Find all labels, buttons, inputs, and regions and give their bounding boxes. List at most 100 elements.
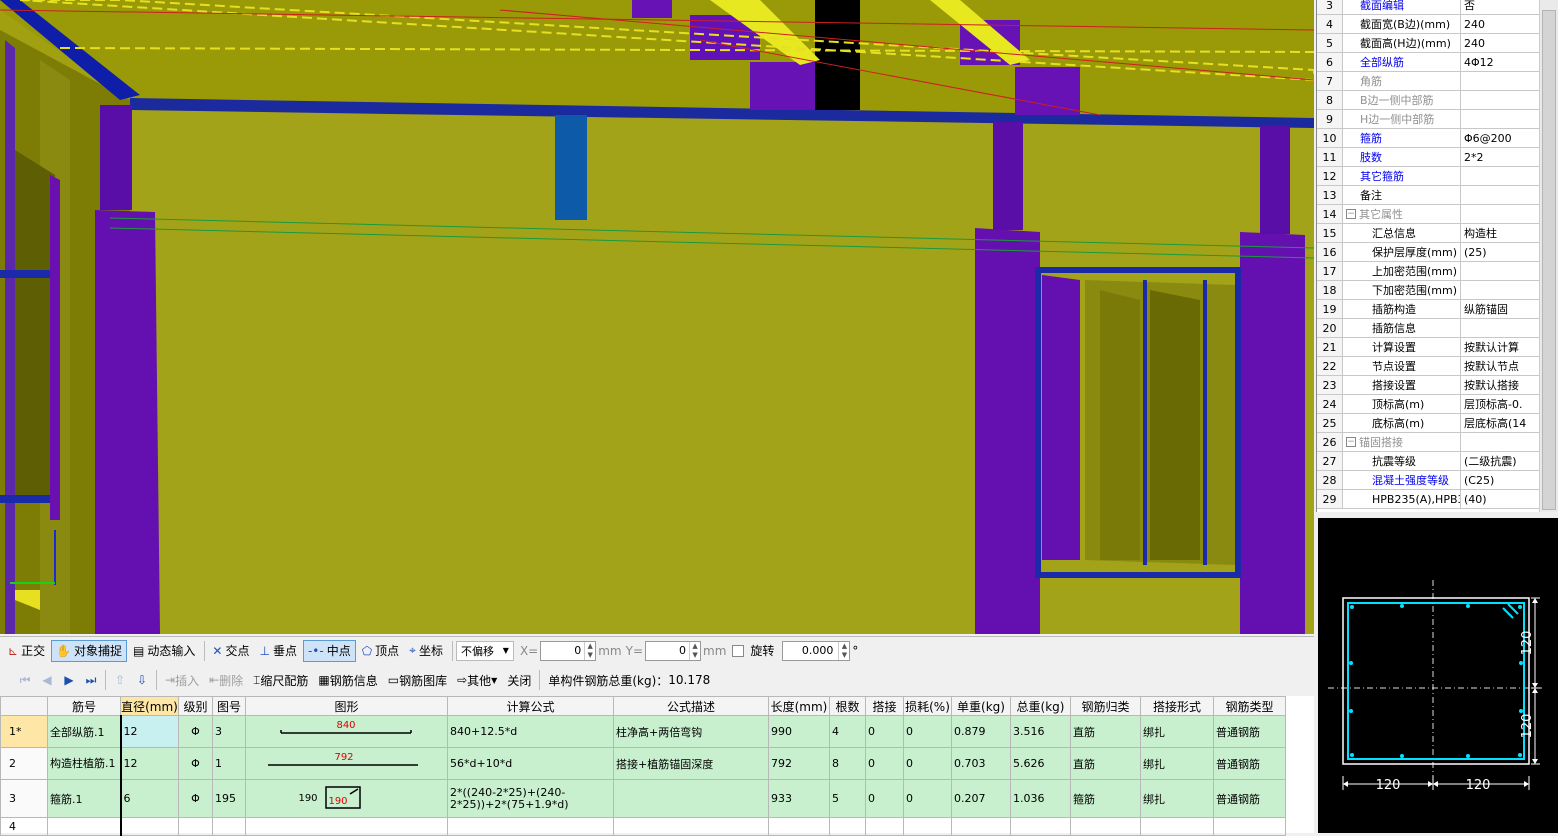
property-row[interactable]: 28 混凝土强度等级 (C25) [1317, 471, 1539, 490]
column-header[interactable]: 单重(kg) [951, 696, 1011, 716]
property-row[interactable]: 23 搭接设置 按默认搭接 [1317, 376, 1539, 395]
other-menu-button[interactable]: ⇨ 其他 ▼ [452, 672, 502, 689]
property-row[interactable]: 19 插筋构造 纵筋锚固 [1317, 300, 1539, 319]
property-row[interactable]: 29 HPB235(A),HPB3 (40) [1317, 490, 1539, 509]
x-input[interactable]: 0 ▲ ▼ [540, 640, 597, 661]
cell-cat[interactable]: 箍筋 [1070, 779, 1141, 818]
cell-name[interactable]: 箍筋.1 [47, 779, 122, 818]
property-scrollbar[interactable] [1539, 0, 1558, 512]
column-header[interactable]: 根数 [829, 696, 866, 716]
property-value[interactable]: 240 [1461, 37, 1539, 50]
cell-lap[interactable]: 0 [865, 779, 904, 818]
column-header[interactable]: 图号 [212, 696, 246, 716]
property-row[interactable]: 7 角筋 [1317, 72, 1539, 91]
table-row[interactable]: 2 构造柱植筋.1 12 Φ 1 792 56*d+10*d 搭接+植筋锚固深度 792 8 0 0 0… [0, 747, 1286, 780]
scale-rebar-button[interactable]: ⌶ 缩尺配筋 [248, 672, 313, 689]
rotate-checkbox[interactable] [732, 644, 745, 657]
cell-fig[interactable]: 3 [212, 715, 246, 748]
cell-lapform[interactable]: 绑扎 [1140, 747, 1214, 780]
cell-length[interactable]: 990 [768, 715, 830, 748]
cell-lap[interactable]: 0 [865, 747, 904, 780]
cell-type[interactable]: 普通钢筋 [1213, 715, 1286, 748]
rebar-shape-cell[interactable]: 190 190 [245, 779, 448, 818]
scrollbar-thumb[interactable] [1542, 10, 1556, 510]
ortho-button[interactable]: ⊾ 正交 [4, 640, 49, 662]
cell-count[interactable]: 5 [829, 779, 866, 818]
cell-loss[interactable]: 0 [903, 747, 952, 780]
property-value[interactable]: 层底标高(14 [1461, 415, 1539, 431]
offset-dropdown[interactable]: 不偏移 ▼ [455, 640, 514, 661]
rebar-library-button[interactable]: ▭ 钢筋图库 [383, 672, 452, 689]
property-row[interactable]: 22 节点设置 按默认节点 [1317, 357, 1539, 376]
cell-grade[interactable]: Φ [178, 779, 213, 818]
property-row[interactable]: 24 顶标高(m) 层顶标高-0. [1317, 395, 1539, 414]
column-header[interactable]: 级别 [178, 696, 213, 716]
property-value[interactable]: 按默认节点 [1461, 358, 1539, 374]
prev-record-icon[interactable]: ◀ [36, 673, 58, 687]
property-row[interactable]: 18 下加密范围(mm) [1317, 281, 1539, 300]
cell-name[interactable]: 全部纵筋.1 [47, 715, 122, 748]
cell-unit[interactable]: 0.703 [951, 747, 1011, 780]
rebar-shape-cell[interactable]: 792 [245, 747, 448, 780]
property-value[interactable]: 构造柱 [1461, 225, 1539, 241]
collapse-icon[interactable]: − [1346, 209, 1356, 219]
cell-length[interactable]: 933 [768, 779, 830, 818]
property-value[interactable]: 层顶标高-0. [1461, 396, 1539, 412]
property-value[interactable]: 按默认计算 [1461, 339, 1539, 355]
column-header[interactable]: 直径(mm) [120, 696, 179, 716]
table-row[interactable]: 1* 全部纵筋.1 12 Φ 3 840 840+12.5*d 柱净高+两倍弯钩 990 4 0 0 0… [0, 715, 1286, 748]
column-header[interactable]: 钢筋类型 [1213, 696, 1286, 716]
column-header[interactable]: 长度(mm) [768, 696, 830, 716]
cell-total[interactable]: 1.036 [1010, 779, 1071, 818]
property-row[interactable]: 4 截面宽(B边)(mm) 240 [1317, 15, 1539, 34]
property-value[interactable]: (25) [1461, 246, 1539, 259]
move-up-icon[interactable]: ⇧ [109, 673, 131, 687]
x-spinner[interactable]: ▲ ▼ [584, 641, 595, 660]
cell-grade[interactable]: Φ [178, 715, 213, 748]
cell-lapform[interactable]: 绑扎 [1140, 779, 1214, 818]
column-header[interactable]: 公式描述 [613, 696, 769, 716]
property-row[interactable]: 27 抗震等级 (二级抗震) [1317, 452, 1539, 471]
cell-name[interactable]: 构造柱植筋.1 [47, 747, 122, 780]
y-spinner[interactable]: ▲ ▼ [689, 641, 700, 660]
cell-desc[interactable]: 搭接+植筋锚固深度 [613, 747, 769, 780]
insert-button[interactable]: ⇥ 插入 [160, 672, 204, 689]
cell-fig[interactable]: 1 [212, 747, 246, 780]
close-button[interactable]: 关闭 [502, 672, 536, 689]
column-header[interactable]: 计算公式 [447, 696, 614, 716]
property-value[interactable]: 4Φ12 [1461, 56, 1539, 69]
property-value[interactable]: 否 [1461, 0, 1539, 13]
property-row[interactable]: 14− 其它属性 [1317, 205, 1539, 224]
property-row[interactable]: 15 汇总信息 构造柱 [1317, 224, 1539, 243]
cell-grade[interactable]: Φ [178, 747, 213, 780]
table-row[interactable]: 3 箍筋.1 6 Φ 195 190 190 2*((240-2*25)+(240-2*25)… [0, 779, 1286, 818]
cell-unit[interactable]: 0.879 [951, 715, 1011, 748]
property-row[interactable]: 11 肢数 2*2 [1317, 148, 1539, 167]
cell-unit[interactable]: 0.207 [951, 779, 1011, 818]
3d-viewport[interactable] [0, 0, 1314, 634]
property-value[interactable]: 2*2 [1461, 151, 1539, 164]
cell-formula[interactable]: 56*d+10*d [447, 747, 614, 780]
property-value[interactable]: 按默认搭接 [1461, 377, 1539, 393]
cell-desc[interactable]: 柱净高+两倍弯钩 [613, 715, 769, 748]
cell-length[interactable]: 792 [768, 747, 830, 780]
rotate-spinner[interactable]: ▲ ▼ [838, 641, 849, 660]
property-row[interactable]: 8 B边一侧中部筋 [1317, 91, 1539, 110]
column-header[interactable]: 搭接 [865, 696, 904, 716]
property-value[interactable]: Φ6@200 [1461, 132, 1539, 145]
cell-count[interactable]: 4 [829, 715, 866, 748]
first-record-icon[interactable]: ⏮ [14, 673, 36, 688]
property-value[interactable]: (C25) [1461, 474, 1539, 487]
object-snap-button[interactable]: ✋ 对象捕捉 [51, 639, 128, 662]
cell-fig[interactable]: 195 [212, 779, 246, 818]
column-header[interactable]: 搭接形式 [1140, 696, 1214, 716]
next-record-icon[interactable]: ▶ [58, 673, 80, 687]
row-number[interactable]: 1* [0, 715, 48, 748]
column-header[interactable]: 损耗(%) [903, 696, 952, 716]
property-row[interactable]: 17 上加密范围(mm) [1317, 262, 1539, 281]
property-row[interactable]: 16 保护层厚度(mm) (25) [1317, 243, 1539, 262]
column-header[interactable]: 筋号 [47, 696, 121, 716]
cell-loss[interactable]: 0 [903, 715, 952, 748]
property-row[interactable]: 20 插筋信息 [1317, 319, 1539, 338]
property-value[interactable]: 纵筋锚固 [1461, 301, 1539, 317]
